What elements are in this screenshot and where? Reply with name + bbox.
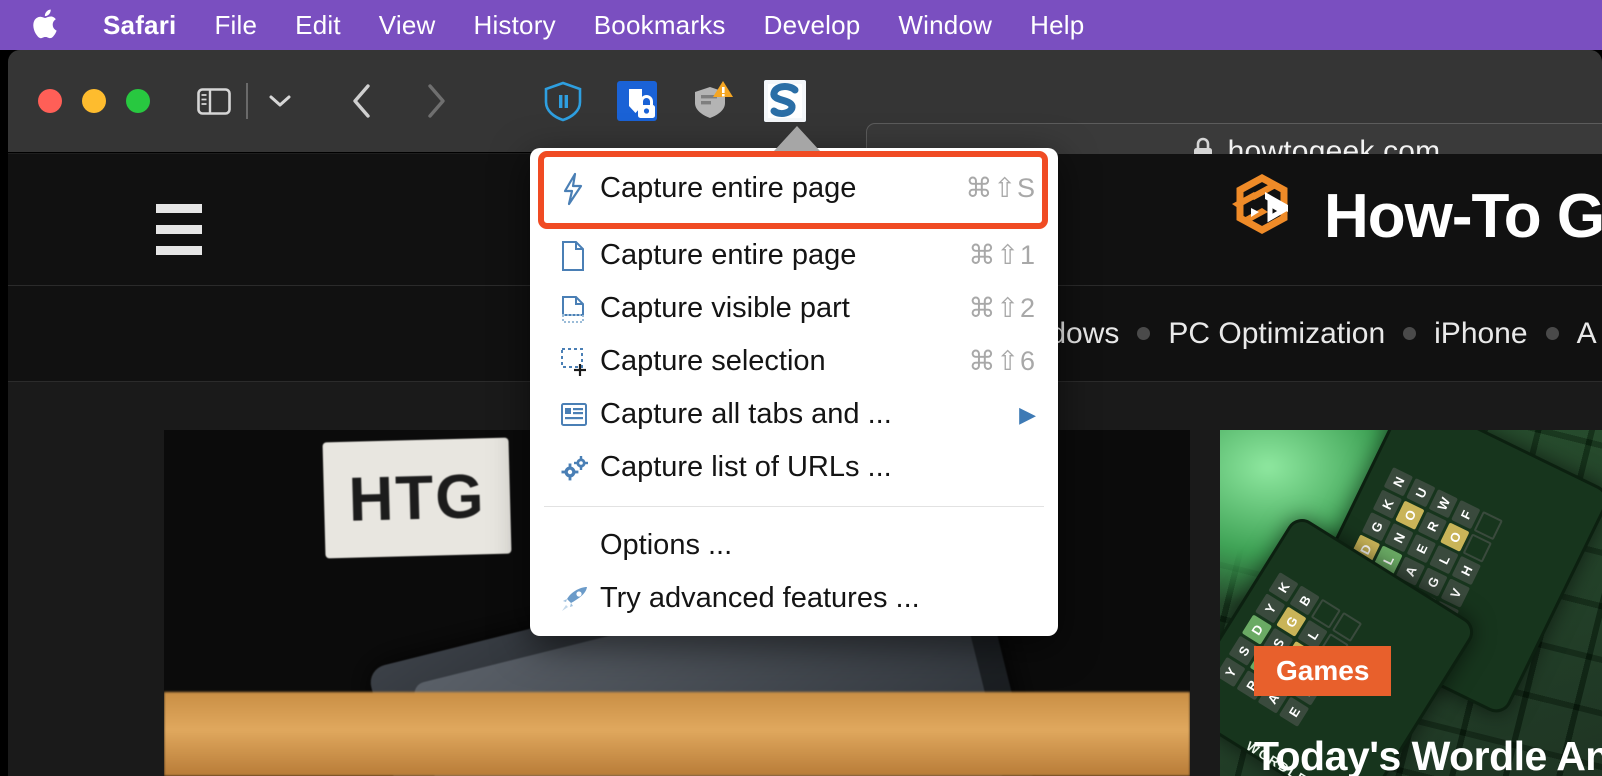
menu-item-label: Capture selection <box>600 345 826 377</box>
toolbar-navigation <box>188 75 462 127</box>
macos-menu-bar: Safari File Edit View History Bookmarks … <box>0 0 1602 50</box>
menu-item-label: Try advanced features ... <box>600 582 920 614</box>
apple-logo-icon[interactable] <box>28 5 62 45</box>
screenshot-extension-icon[interactable] <box>762 78 808 124</box>
menubar-item-window[interactable]: Window <box>879 10 1011 41</box>
menu-item-try-advanced-features[interactable]: Try advanced features ... <box>530 572 1058 625</box>
menu-item-capture-list-of-urls[interactable]: Capture list of URLs ... <box>530 441 1058 494</box>
menubar-item-view[interactable]: View <box>360 10 455 41</box>
chevron-down-icon[interactable] <box>254 75 306 127</box>
menubar-item-safari[interactable]: Safari <box>84 10 195 41</box>
sidebar-toggle-icon[interactable] <box>188 75 240 127</box>
menu-separator <box>544 506 1044 507</box>
menubar-item-file[interactable]: File <box>195 10 276 41</box>
nav-link-pc-optimization[interactable]: PC Optimization <box>1150 317 1403 351</box>
menu-item-label: Capture entire page <box>600 172 857 204</box>
htg-sign-text: HTG <box>347 461 487 535</box>
menu-item-options[interactable]: Options ... <box>530 519 1058 572</box>
close-button[interactable] <box>38 89 62 113</box>
nav-separator-dot <box>1137 327 1151 340</box>
menu-item-capture-visible-part[interactable]: Capture visible part ⌘⇧2 <box>530 282 1058 335</box>
selection-crop-icon <box>560 347 600 377</box>
menu-item-capture-selection[interactable]: Capture selection ⌘⇧6 <box>530 335 1058 388</box>
screenshot-root: Safari File Edit View History Bookmarks … <box>0 0 1602 776</box>
menu-item-shortcut: ⌘⇧2 <box>968 293 1036 323</box>
menu-item-capture-all-tabs[interactable]: Capture all tabs and ... ▶ <box>530 388 1058 441</box>
wordle-phones-photo: WORDLE SDGKN ELNOU CAERW IGLOF PVH WORDL… <box>1220 430 1602 776</box>
menu-item-label: Options ... <box>600 529 733 561</box>
lightning-bolt-icon <box>560 172 600 206</box>
nav-link-iphone[interactable]: iPhone <box>1416 317 1545 351</box>
screenshot-extension-menu: Capture entire page ⌘⇧S Capture entire p… <box>530 148 1058 636</box>
menu-item-label: Capture entire page <box>600 239 857 271</box>
toolbar-divider <box>246 83 248 119</box>
menubar-item-bookmarks[interactable]: Bookmarks <box>575 10 745 41</box>
menubar-item-history[interactable]: History <box>454 10 574 41</box>
site-brand[interactable]: How-To Gee <box>1218 174 1602 259</box>
rocket-icon <box>560 585 600 613</box>
article-title[interactable]: Today's Wordle An <box>1254 733 1602 776</box>
menubar-item-help[interactable]: Help <box>1011 10 1103 41</box>
adblock-shield-icon[interactable] <box>540 78 586 124</box>
menu-item-shortcut: ⌘⇧1 <box>968 240 1036 270</box>
category-badge[interactable]: Games <box>1254 646 1392 696</box>
menu-item-label: Capture all tabs and ... <box>600 398 892 430</box>
article-card-right[interactable]: WORDLE SDGKN ELNOU CAERW IGLOF PVH WORDL… <box>1220 430 1602 776</box>
site-brand-name: How-To Gee <box>1324 182 1602 251</box>
dropdown-pointer-arrow <box>774 126 820 151</box>
menu-item-capture-entire-page-fast[interactable]: Capture entire page ⌘⇧S <box>530 162 1058 215</box>
gears-icon <box>560 454 600 482</box>
menu-item-capture-entire-page[interactable]: Capture entire page ⌘⇧1 <box>530 229 1058 282</box>
menubar-item-develop[interactable]: Develop <box>745 10 880 41</box>
menubar-item-edit[interactable]: Edit <box>276 10 360 41</box>
extension-icons <box>540 78 808 124</box>
menu-item-shortcut: ⌘⇧6 <box>968 346 1036 376</box>
tabs-list-icon <box>560 402 600 428</box>
privacy-shield-warning-icon[interactable] <box>688 78 734 124</box>
page-icon <box>560 240 600 272</box>
nav-link-android[interactable]: A <box>1559 317 1602 351</box>
forward-arrow-icon[interactable] <box>410 75 462 127</box>
back-arrow-icon[interactable] <box>336 75 388 127</box>
window-controls <box>38 89 150 113</box>
nav-separator-dot <box>1403 327 1417 340</box>
submenu-arrow-icon: ▶ <box>1019 401 1036 427</box>
how-to-geek-logo-icon <box>1218 174 1304 259</box>
password-manager-lock-icon[interactable] <box>614 78 660 124</box>
nav-separator-dot <box>1545 327 1559 340</box>
minimize-button[interactable] <box>82 89 106 113</box>
zoom-button[interactable] <box>126 89 150 113</box>
menu-item-label: Capture visible part <box>600 292 850 324</box>
menu-item-label: Capture list of URLs ... <box>600 451 892 483</box>
page-dashed-icon <box>560 293 600 325</box>
menu-item-shortcut: ⌘⇧S <box>965 173 1036 203</box>
hamburger-menu-icon[interactable] <box>156 204 202 255</box>
